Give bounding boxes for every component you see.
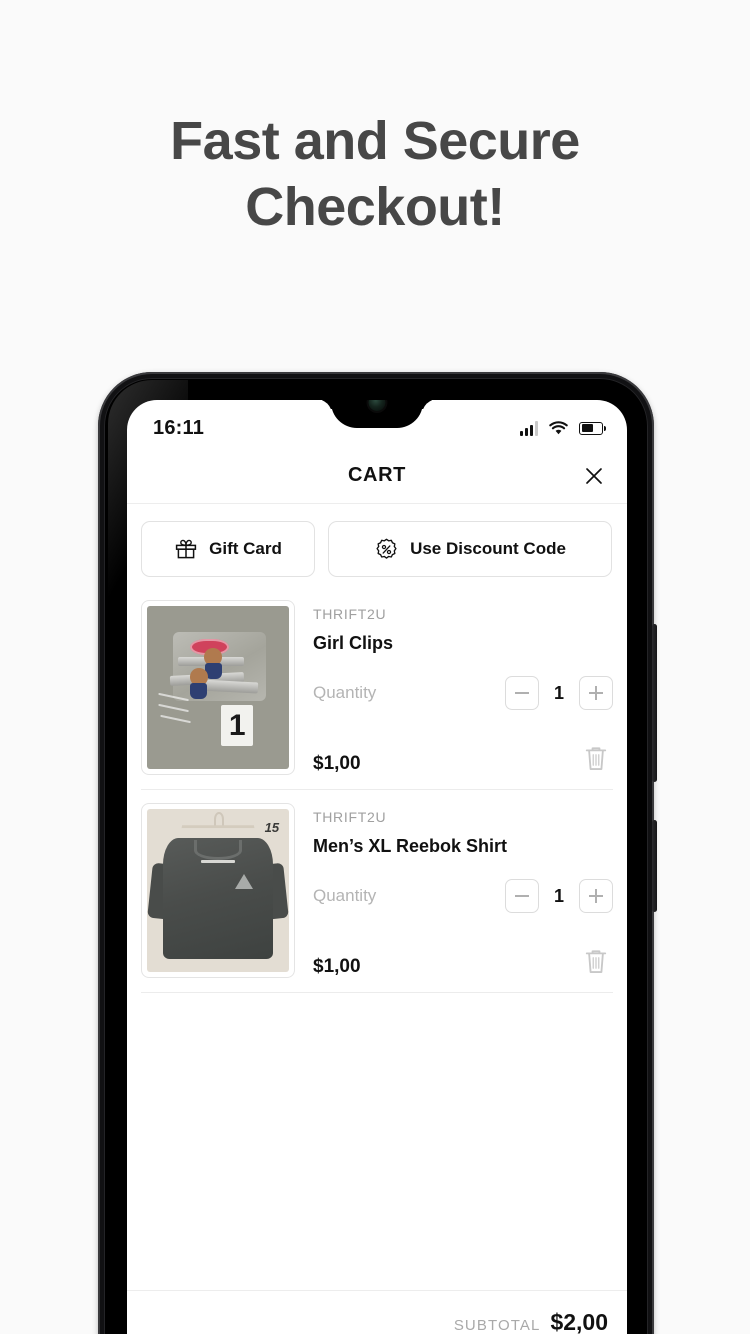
- gift-icon: [175, 539, 197, 559]
- promo-button-row: Gift Card Use Discount Code: [127, 504, 627, 587]
- subtotal-row: SUBTOTAL $2,00: [141, 1291, 613, 1334]
- close-button[interactable]: [579, 461, 609, 491]
- quantity-value: 1: [553, 885, 564, 906]
- quantity-row: Quantity 1: [313, 879, 613, 913]
- screen-title: CART: [348, 464, 406, 486]
- app-header: CART: [127, 448, 627, 504]
- subtotal-label: SUBTOTAL: [453, 1317, 541, 1334]
- product-thumbnail[interactable]: 1: [141, 600, 295, 775]
- product-name: Girl Clips: [313, 633, 394, 653]
- cart-item-details: THRIFT2U Men’s XL Reebok Shirt Quantity …: [313, 803, 613, 978]
- battery-icon: [579, 421, 607, 435]
- discount-code-button[interactable]: Use Discount Code: [328, 521, 612, 577]
- percent-badge-icon: [376, 538, 397, 559]
- page-root: Fast and Secure Checkout! 16:11 CART Gif…: [0, 0, 750, 1334]
- product-brand: THRIFT2U: [313, 606, 387, 622]
- cart-item-details: THRIFT2U Girl Clips Quantity 1 $1,00: [313, 600, 613, 775]
- cart-item-list: 1 THRIFT2U Girl Clips Quantity 1 $1,00 1…: [127, 587, 627, 993]
- close-icon: [586, 467, 602, 484]
- phone-mockup: 16:11 CART Gift Card Use Discount Code 1…: [98, 372, 657, 1334]
- product-price: $1,00: [313, 753, 361, 774]
- status-icons: [520, 420, 607, 436]
- quantity-stepper: 1: [505, 879, 613, 913]
- product-brand: THRIFT2U: [313, 809, 387, 825]
- minus-icon: [515, 895, 529, 897]
- product-image-price-tag: 15: [264, 820, 280, 836]
- product-image-reebok-shirt: 15: [147, 809, 289, 972]
- status-time: 16:11: [153, 416, 205, 439]
- quantity-label: Quantity: [313, 886, 377, 905]
- wifi-icon: [549, 420, 568, 434]
- price-row: $1,00: [313, 743, 613, 775]
- plus-icon-vertical: [595, 686, 597, 700]
- subtotal-value: $2,00: [550, 1309, 608, 1334]
- phone-power-button[interactable]: [652, 820, 657, 912]
- plus-icon-vertical: [595, 889, 597, 903]
- minus-icon: [515, 692, 529, 694]
- cart-item: 1 THRIFT2U Girl Clips Quantity 1 $1,00: [141, 587, 613, 790]
- product-price: $1,00: [313, 956, 361, 977]
- quantity-increment-button[interactable]: [579, 676, 613, 710]
- gift-card-button[interactable]: Gift Card: [141, 521, 315, 577]
- product-image-number-tag: 1: [220, 705, 254, 747]
- cellular-bars-icon: [520, 420, 538, 436]
- status-bar: 16:11: [127, 400, 627, 448]
- product-name: Men’s XL Reebok Shirt: [313, 836, 508, 856]
- phone-volume-button[interactable]: [652, 624, 657, 782]
- checkout-bar: SUBTOTAL $2,00 CHECKOUT: [127, 1290, 627, 1334]
- product-thumbnail[interactable]: 15: [141, 803, 295, 978]
- quantity-decrement-button[interactable]: [505, 879, 539, 913]
- quantity-value: 1: [553, 682, 564, 703]
- gift-card-label: Gift Card: [209, 539, 282, 558]
- discount-code-label: Use Discount Code: [410, 539, 566, 558]
- quantity-row: Quantity 1: [313, 676, 613, 710]
- delete-item-button[interactable]: [581, 946, 611, 978]
- quantity-label: Quantity: [313, 683, 377, 702]
- quantity-stepper: 1: [505, 676, 613, 710]
- delete-item-button[interactable]: [581, 743, 611, 775]
- quantity-decrement-button[interactable]: [505, 676, 539, 710]
- price-row: $1,00: [313, 946, 613, 978]
- product-image-girl-clips: 1: [147, 606, 289, 769]
- quantity-increment-button[interactable]: [579, 879, 613, 913]
- page-title: Fast and Secure Checkout!: [170, 111, 580, 237]
- cart-item: 15 THRIFT2U Men’s XL Reebok Shirt Quanti…: [141, 790, 613, 993]
- phone-screen: 16:11 CART Gift Card Use Discount Code 1…: [127, 400, 627, 1334]
